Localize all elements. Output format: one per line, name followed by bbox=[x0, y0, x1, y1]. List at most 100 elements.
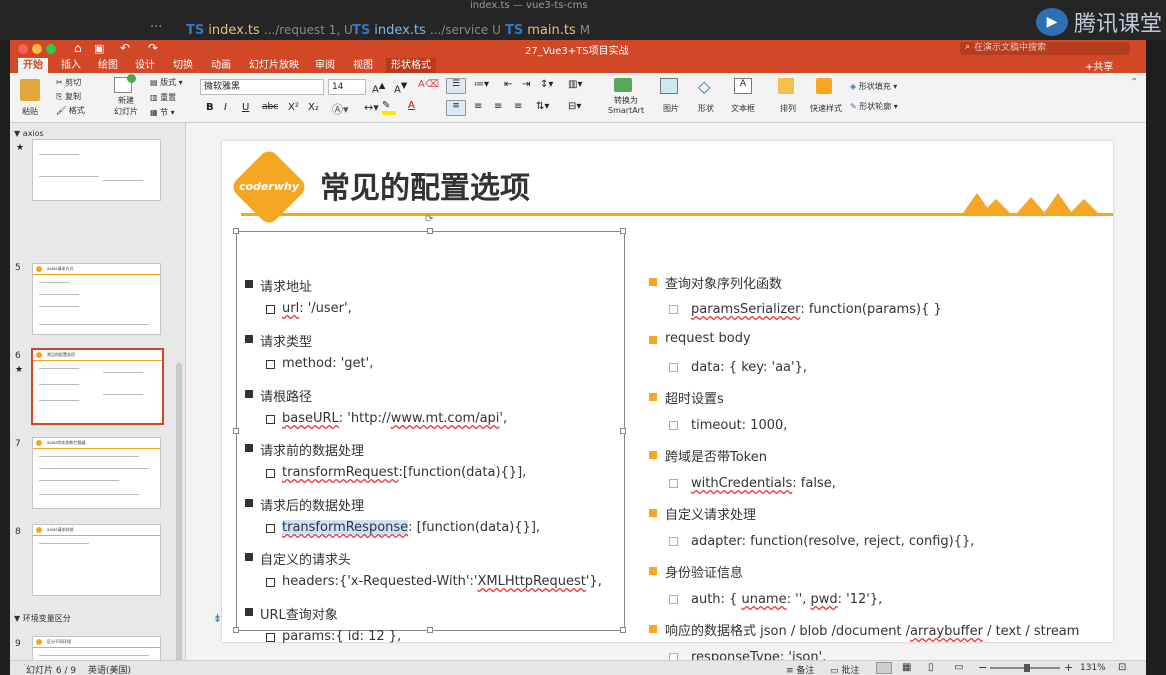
slide-thumb-6[interactable]: 常见的配置选项 bbox=[31, 348, 164, 425]
resize-handle[interactable] bbox=[427, 627, 433, 633]
zoom-level[interactable]: 131% bbox=[1080, 663, 1106, 673]
resize-handle[interactable] bbox=[233, 428, 239, 434]
more-tabs-icon[interactable]: ··· bbox=[150, 20, 162, 35]
zoom-in-icon[interactable]: + bbox=[1064, 661, 1073, 674]
highlighter-icon[interactable]: ✎ bbox=[382, 100, 390, 111]
align-left-icon[interactable]: ≡ bbox=[446, 100, 466, 116]
tab-review[interactable]: 审阅 bbox=[310, 58, 340, 73]
textbox-icon[interactable]: A bbox=[734, 78, 752, 94]
resize-handle[interactable] bbox=[427, 228, 433, 234]
redo-icon[interactable]: ↷ bbox=[148, 41, 158, 55]
tab-design[interactable]: 设计 bbox=[130, 58, 160, 73]
align-center-icon[interactable]: ≡ bbox=[474, 101, 482, 112]
slide-sorter-icon[interactable]: ▦ bbox=[902, 662, 911, 673]
smartart-icon[interactable] bbox=[614, 78, 632, 92]
resize-handle[interactable] bbox=[233, 228, 239, 234]
tab-slideshow[interactable]: 幻灯片放映 bbox=[244, 58, 304, 73]
italic-button[interactable]: I bbox=[224, 102, 227, 113]
save-icon[interactable]: ▣ bbox=[94, 42, 104, 55]
autofit-icon[interactable]: ⇟ bbox=[213, 612, 222, 625]
zoom-window-icon[interactable] bbox=[46, 44, 56, 54]
resize-handle[interactable] bbox=[233, 627, 239, 633]
close-window-icon[interactable] bbox=[18, 44, 28, 54]
cut-button[interactable]: ✂ 剪切 bbox=[56, 77, 81, 88]
underline-button[interactable]: U bbox=[242, 102, 249, 113]
comments-button[interactable]: ▭ 批注 bbox=[830, 663, 859, 675]
tab-shape-format[interactable]: 形状格式 bbox=[386, 58, 436, 73]
font-size-select[interactable]: 14 bbox=[328, 79, 366, 95]
slide-thumb-8[interactable]: axios请求封装 bbox=[32, 524, 161, 596]
shape-outline-button[interactable]: ✎ 形状轮廓 ▾ bbox=[850, 101, 898, 112]
align-right-icon[interactable]: ≡ bbox=[494, 101, 502, 112]
tab-draw[interactable]: 绘图 bbox=[93, 58, 123, 73]
shapes-icon[interactable]: ◇ bbox=[698, 77, 710, 96]
resize-handle[interactable] bbox=[620, 627, 626, 633]
paste-icon[interactable] bbox=[20, 79, 40, 101]
subscript-button[interactable]: X₂ bbox=[308, 102, 319, 113]
new-slide-label[interactable]: 新建 幻灯片 bbox=[114, 95, 138, 117]
resize-handle[interactable] bbox=[620, 428, 626, 434]
tab-view[interactable]: 视图 bbox=[348, 58, 378, 73]
section-axios[interactable]: ▼ axios bbox=[14, 129, 44, 138]
search-input[interactable]: 在演示文稿中搜索 bbox=[960, 42, 1130, 55]
tab-transitions[interactable]: 切换 bbox=[168, 58, 198, 73]
home-icon[interactable]: ⌂ bbox=[74, 41, 82, 55]
justify-icon[interactable]: ≡ bbox=[514, 101, 522, 112]
resize-handle[interactable] bbox=[620, 228, 626, 234]
thumbnails-scrollbar[interactable] bbox=[176, 363, 182, 673]
columns-icon[interactable]: ▥▾ bbox=[568, 79, 582, 90]
editor-tab-request-index[interactable]: TS index.ts .../request 1, U bbox=[186, 20, 353, 40]
convert-smartart-label[interactable]: 转换为 SmartArt bbox=[608, 95, 644, 115]
notes-button[interactable]: ≡ 备注 bbox=[786, 663, 814, 675]
highlight-color-swatch[interactable] bbox=[382, 111, 396, 115]
undo-icon[interactable]: ↶ bbox=[120, 41, 130, 55]
section-button[interactable]: ▦ 节 ▾ bbox=[150, 107, 175, 118]
tab-insert[interactable]: 插入 bbox=[56, 58, 86, 73]
section-env[interactable]: ▼ 环境变量区分 bbox=[14, 613, 71, 624]
grow-font-icon[interactable]: A▲ bbox=[372, 80, 385, 95]
format-painter-button[interactable]: 🖌 格式 bbox=[56, 105, 85, 116]
reading-view-icon[interactable]: ▯ bbox=[928, 662, 934, 673]
tab-animations[interactable]: 动画 bbox=[206, 58, 236, 73]
copy-button[interactable]: ⎘ 复制 bbox=[56, 91, 81, 102]
shrink-font-icon[interactable]: A▼ bbox=[394, 80, 407, 95]
shape-fill-button[interactable]: ◈ 形状填充 ▾ bbox=[850, 81, 897, 92]
font-color-button[interactable]: A bbox=[408, 100, 415, 111]
increase-indent-icon[interactable]: ⇥ bbox=[522, 79, 530, 90]
font-name-select[interactable]: 微软雅黑 bbox=[200, 79, 324, 95]
align-text-icon[interactable]: ⊟▾ bbox=[568, 101, 581, 112]
collapse-ribbon-icon[interactable]: ⌃ bbox=[1130, 77, 1138, 88]
rotate-handle-icon[interactable]: ⟳ bbox=[425, 214, 433, 225]
normal-view-icon[interactable] bbox=[876, 662, 892, 674]
editor-tab-main[interactable]: TS main.ts M bbox=[505, 20, 590, 40]
line-spacing-icon[interactable]: ↕▾ bbox=[540, 79, 553, 90]
numbering-icon[interactable]: ≔▾ bbox=[474, 79, 489, 90]
fit-slide-icon[interactable]: ⊡ bbox=[1118, 662, 1126, 673]
slide-thumb-7[interactable]: axios的实例和拦截器 bbox=[32, 437, 161, 509]
slideshow-view-icon[interactable]: ▭ bbox=[954, 662, 963, 673]
minimize-window-icon[interactable] bbox=[32, 44, 42, 54]
zoom-out-icon[interactable]: − bbox=[978, 661, 987, 674]
bullets-icon[interactable]: ☰ bbox=[446, 78, 466, 94]
tab-home[interactable]: 开始 bbox=[18, 58, 48, 73]
editor-tab-service-index[interactable]: TS index.ts .../service U bbox=[352, 20, 501, 40]
share-button[interactable]: +共享 bbox=[1085, 58, 1113, 73]
strikethrough-button[interactable]: abc bbox=[262, 102, 278, 112]
picture-icon[interactable] bbox=[660, 78, 678, 94]
char-spacing-icon[interactable]: ↔▾ bbox=[364, 101, 379, 114]
quick-styles-icon[interactable] bbox=[816, 78, 832, 94]
decrease-indent-icon[interactable]: ⇤ bbox=[504, 79, 512, 90]
reset-button[interactable]: ▥ 重置 bbox=[150, 92, 176, 103]
text-effects-icon[interactable]: Ⓐ▾ bbox=[332, 101, 349, 117]
layout-button[interactable]: ▤ 版式 ▾ bbox=[150, 77, 183, 88]
slide-thumb-5[interactable]: axios请求方式 bbox=[32, 263, 161, 335]
bold-button[interactable]: B bbox=[206, 102, 214, 113]
slide-canvas[interactable]: coderwhy 常见的配置选项 ⟳ ⇟ 请求地址 url: '/user', … bbox=[213, 141, 1113, 665]
text-direction-icon[interactable]: ⇅▾ bbox=[536, 101, 549, 112]
superscript-button[interactable]: X² bbox=[288, 102, 299, 113]
clear-format-icon[interactable]: A⌫ bbox=[418, 79, 439, 90]
slide-thumb[interactable] bbox=[32, 139, 161, 201]
zoom-slider-thumb[interactable] bbox=[1024, 664, 1030, 672]
arrange-icon[interactable] bbox=[778, 78, 794, 94]
language-indicator[interactable]: 英语(美国) bbox=[88, 663, 131, 675]
